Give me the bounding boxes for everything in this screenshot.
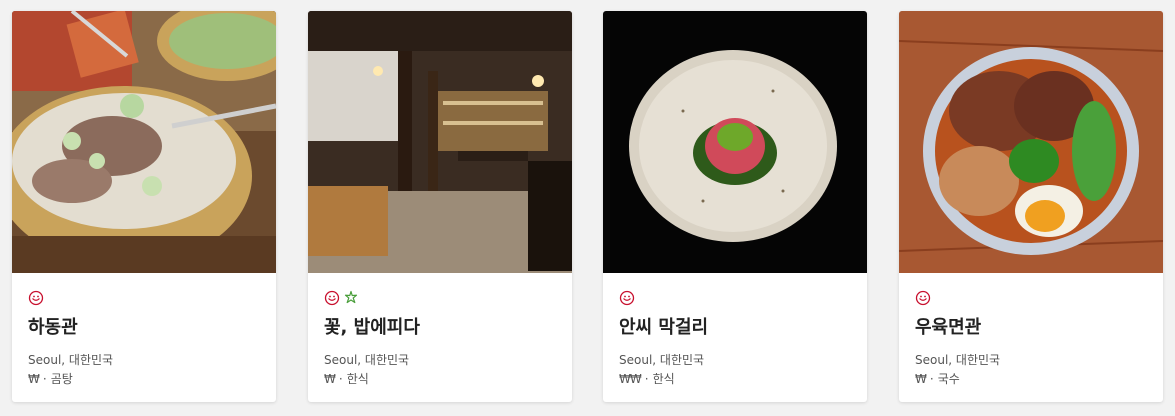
restaurant-card[interactable]: 꽃, 밥에피다 Seoul, 대한민국 ₩ · 한식 (308, 11, 572, 402)
restaurant-card[interactable]: 하동관 Seoul, 대한민국 ₩ · 곰탕 (12, 11, 276, 402)
bib-gourmand-icon (915, 290, 931, 306)
award-icons (619, 289, 851, 307)
meta-separator: · (338, 372, 343, 386)
restaurant-location: Seoul, 대한민국 (619, 353, 705, 367)
price-range: ₩ (324, 372, 336, 386)
bib-gourmand-icon (324, 290, 340, 306)
restaurant-photo[interactable] (308, 11, 572, 273)
price-range: ₩₩ (619, 372, 642, 386)
award-icons (324, 289, 556, 307)
restaurant-photo[interactable] (12, 11, 276, 273)
restaurant-meta: ₩ · 곰탕 (28, 372, 260, 386)
restaurant-card[interactable]: 우육면관 Seoul, 대한민국 ₩ · 국수 (899, 11, 1163, 402)
meta-separator: · (42, 372, 47, 386)
restaurant-info: 하동관 Seoul, 대한민국 ₩ · 곰탕 (12, 273, 276, 386)
award-icons (28, 289, 260, 307)
green-star-icon (343, 290, 359, 306)
restaurant-info: 안씨 막걸리 Seoul, 대한민국 ₩₩ · 한식 (603, 273, 867, 386)
restaurant-card-grid: 하동관 Seoul, 대한민국 ₩ · 곰탕 꽃, 밥에피다 Seoul, 대한… (0, 0, 1175, 416)
restaurant-location: Seoul, 대한민국 (915, 353, 1001, 367)
cuisine-type: 국수 (937, 372, 960, 386)
cuisine-type: 한식 (652, 372, 675, 386)
meta-separator: · (644, 372, 649, 386)
restaurant-photo[interactable] (603, 11, 867, 273)
award-icons (915, 289, 1147, 307)
restaurant-location: Seoul, 대한민국 (324, 353, 410, 367)
meta-separator: · (929, 372, 934, 386)
restaurant-meta: ₩ · 한식 (324, 372, 556, 386)
restaurant-location: Seoul, 대한민국 (28, 353, 114, 367)
restaurant-info: 우육면관 Seoul, 대한민국 ₩ · 국수 (899, 273, 1163, 386)
price-range: ₩ (28, 372, 40, 386)
restaurant-meta: ₩₩ · 한식 (619, 372, 851, 386)
restaurant-card[interactable]: 안씨 막걸리 Seoul, 대한민국 ₩₩ · 한식 (603, 11, 867, 402)
cuisine-type: 곰탕 (50, 372, 73, 386)
bib-gourmand-icon (619, 290, 635, 306)
restaurant-name[interactable]: 안씨 막걸리 (619, 316, 851, 340)
price-range: ₩ (915, 372, 927, 386)
restaurant-name[interactable]: 꽃, 밥에피다 (324, 316, 556, 340)
bib-gourmand-icon (28, 290, 44, 306)
cuisine-type: 한식 (346, 372, 369, 386)
restaurant-name[interactable]: 우육면관 (915, 316, 1147, 340)
restaurant-photo[interactable] (899, 11, 1163, 273)
restaurant-name[interactable]: 하동관 (28, 316, 260, 340)
restaurant-info: 꽃, 밥에피다 Seoul, 대한민국 ₩ · 한식 (308, 273, 572, 386)
restaurant-meta: ₩ · 국수 (915, 372, 1147, 386)
